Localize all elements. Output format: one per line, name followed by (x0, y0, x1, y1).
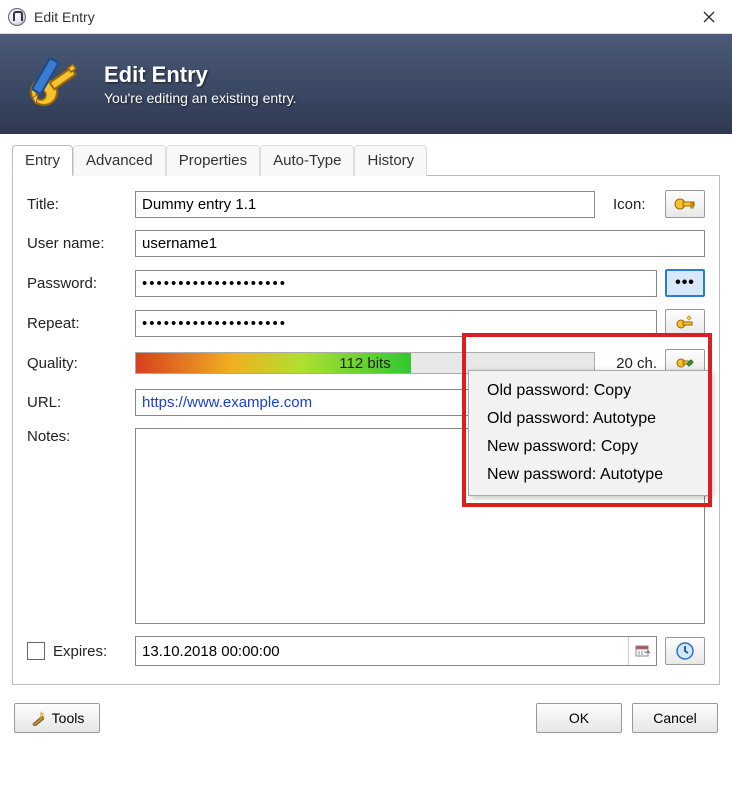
repeat-password-input[interactable] (135, 310, 657, 337)
banner-heading: Edit Entry (104, 62, 297, 88)
username-input[interactable] (135, 230, 705, 257)
password-input[interactable] (135, 270, 657, 297)
tab-history[interactable]: History (354, 145, 427, 176)
tab-advanced[interactable]: Advanced (73, 145, 166, 176)
menu-old-password-autotype[interactable]: Old password: Autotype (469, 405, 710, 433)
banner-subheading: You're editing an existing entry. (104, 90, 297, 106)
label-password: Password: (27, 275, 135, 292)
window-title: Edit Entry (34, 9, 686, 25)
expires-input[interactable] (136, 637, 628, 665)
app-lock-icon (8, 8, 26, 26)
key-pencil-icon (22, 52, 86, 116)
label-url: URL: (27, 394, 135, 411)
expires-checkbox[interactable] (27, 642, 45, 660)
wand-icon (30, 710, 46, 726)
ok-button[interactable]: OK (536, 703, 622, 733)
title-input[interactable] (135, 191, 595, 218)
label-icon: Icon: (613, 196, 657, 213)
footer: Tools OK Cancel (0, 693, 732, 743)
quality-bits: 112 bits (136, 355, 594, 372)
cancel-button[interactable]: Cancel (632, 703, 718, 733)
icon-picker-button[interactable] (665, 190, 705, 218)
label-username: User name: (27, 235, 135, 252)
quality-chars: 20 ch. (603, 355, 657, 372)
tab-autotype[interactable]: Auto-Type (260, 145, 354, 176)
tab-strip: Entry Advanced Properties Auto-Type Hist… (12, 144, 720, 176)
dots-icon: ••• (675, 274, 695, 292)
titlebar: Edit Entry (0, 0, 732, 34)
label-quality: Quality: (27, 355, 135, 372)
tools-button-label: Tools (52, 710, 85, 726)
label-title: Title: (27, 196, 135, 213)
label-notes: Notes: (27, 428, 135, 445)
tools-button[interactable]: Tools (14, 703, 100, 733)
generate-password-button[interactable] (665, 309, 705, 337)
close-button[interactable] (686, 0, 732, 34)
tab-properties[interactable]: Properties (166, 145, 260, 176)
expires-preset-button[interactable] (665, 637, 705, 665)
content-area: Entry Advanced Properties Auto-Type Hist… (0, 134, 732, 693)
toggle-password-visibility-button[interactable]: ••• (665, 269, 705, 297)
menu-new-password-copy[interactable]: New password: Copy (469, 433, 710, 461)
password-tool-menu: Old password: Copy Old password: Autotyp… (468, 370, 711, 496)
label-repeat: Repeat: (27, 315, 135, 332)
label-expires: Expires: (53, 643, 107, 660)
menu-new-password-autotype[interactable]: New password: Autotype (469, 461, 710, 489)
tab-entry[interactable]: Entry (12, 145, 73, 176)
menu-old-password-copy[interactable]: Old password: Copy (469, 377, 710, 405)
banner: Edit Entry You're editing an existing en… (0, 34, 732, 134)
expires-calendar-dropdown[interactable] (628, 637, 656, 665)
